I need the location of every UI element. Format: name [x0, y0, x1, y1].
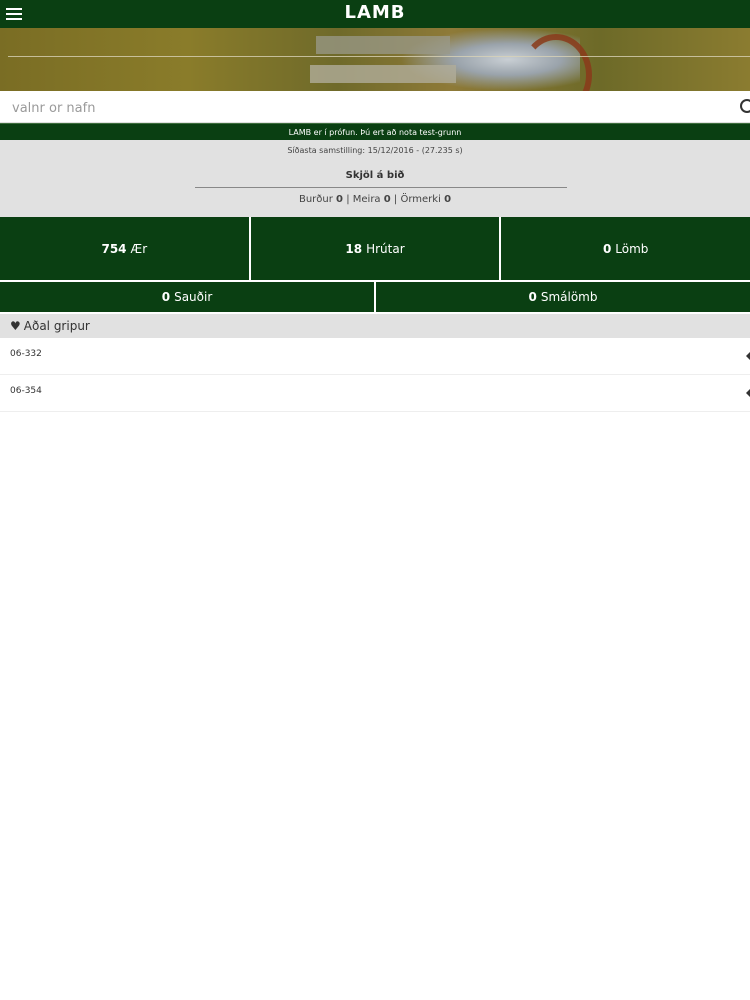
stat-tile-lomb[interactable]: 0 Lömb	[501, 217, 750, 280]
list-item-label: 06-332	[10, 349, 42, 359]
test-mode-notice: LAMB er í prófun. Þú ert að nota test-gr…	[0, 123, 750, 141]
chevron-left-icon	[746, 352, 750, 360]
last-sync-text: Síðasta samstilling: 15/12/2016 - (27.23…	[287, 146, 463, 155]
stat-value: 754	[101, 241, 127, 256]
banner-blurred-subtext	[310, 65, 456, 83]
banner-blurred-text	[316, 36, 450, 54]
header-banner-image	[0, 28, 750, 91]
count-value-meira: 0	[383, 194, 391, 205]
chevron-left-icon	[746, 389, 750, 397]
favorites-list: 06-332 06-354	[0, 338, 750, 412]
count-label-ormerki: Örmerki	[400, 194, 441, 205]
stat-value: 0	[602, 241, 612, 256]
count-value-ormerki: 0	[444, 194, 452, 205]
stat-label: Hrútar	[366, 241, 405, 256]
stat-label: Smálömb	[540, 290, 598, 304]
stat-label: Lömb	[615, 241, 649, 256]
app-title: LAMB	[344, 2, 406, 23]
stats-row-secondary: 0 Sauðir 0 Smálömb	[0, 282, 750, 312]
stat-label: Ær	[130, 241, 148, 256]
stat-tile-hrutar[interactable]: 18 Hrútar	[250, 217, 500, 280]
stat-value: 18	[345, 241, 363, 256]
list-item-label: 06-354	[10, 386, 42, 396]
banner-divider	[8, 56, 750, 57]
search-input[interactable]	[10, 97, 714, 119]
pending-documents-divider	[195, 187, 567, 188]
count-label-meira: Meira	[352, 194, 381, 205]
heart-icon: ♥	[10, 319, 21, 333]
pending-documents-title: Skjöl á bið	[345, 170, 405, 181]
stat-label: Sauðir	[174, 290, 213, 304]
sync-status-panel: Síðasta samstilling: 15/12/2016 - (27.23…	[0, 140, 750, 217]
count-label-burdur: Burður	[298, 194, 333, 205]
list-item[interactable]: 06-354	[0, 375, 750, 412]
favorites-header: ♥ Aðal gripur	[0, 314, 750, 338]
favorites-title: Aðal gripur	[23, 319, 90, 333]
stat-tile-saudir[interactable]: 0 Sauðir	[0, 282, 374, 312]
top-app-bar: LAMB	[0, 0, 750, 28]
pending-documents-counts: Burður 0 | Meira 0 | Örmerki 0	[298, 194, 452, 205]
list-item[interactable]: 06-332	[0, 338, 750, 375]
stat-tile-smalomb[interactable]: 0 Smálömb	[376, 282, 750, 312]
count-value-burdur: 0	[336, 194, 344, 205]
stat-value: 0	[528, 290, 537, 304]
stat-tile-aer[interactable]: 754 Ær	[0, 217, 249, 280]
search-bar	[0, 91, 750, 123]
stat-value: 0	[161, 290, 171, 304]
search-icon[interactable]	[740, 99, 750, 113]
stats-row-primary: 754 Ær 18 Hrútar 0 Lömb	[0, 217, 750, 280]
